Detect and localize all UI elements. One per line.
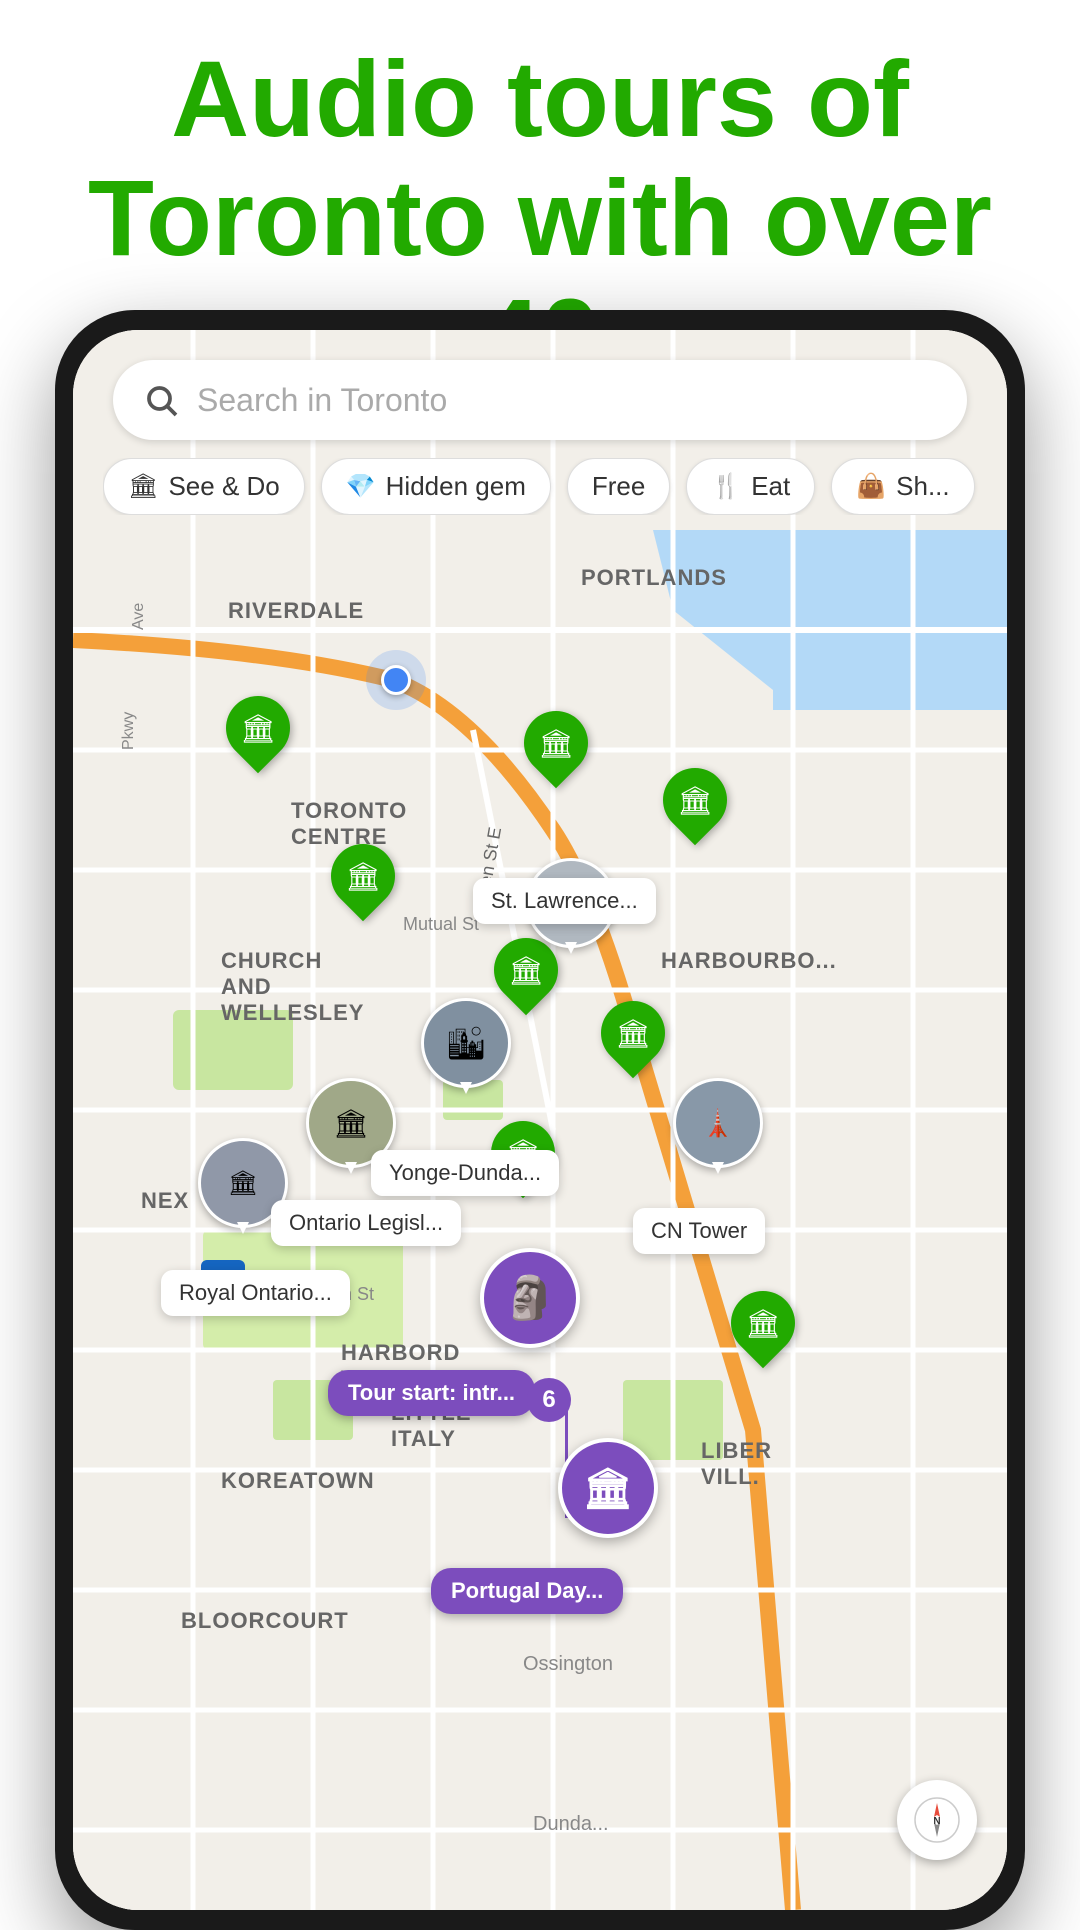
hidden-gem-icon: 💎	[346, 472, 376, 501]
map-label-riverdale: RIVERDALE	[228, 598, 364, 624]
tour-badge-6: 6	[527, 1378, 571, 1422]
location-dot	[366, 650, 426, 710]
svg-text:N: N	[933, 1816, 940, 1827]
map-label-koreatown: KOREATOWN	[221, 1468, 375, 1494]
filter-eat-label: Eat	[751, 471, 790, 502]
photo-pin-cn-tower[interactable]: 🗼	[673, 1078, 763, 1168]
tooltip-cn-tower[interactable]: CN Tower	[633, 1208, 765, 1254]
tooltip-st-lawrence[interactable]: St. Lawrence...	[473, 878, 656, 924]
svg-text:Ossington: Ossington	[523, 1653, 613, 1675]
search-bar[interactable]: Search in Toronto	[113, 360, 967, 440]
map-label-toronto-centre: TORONTOCENTRE	[291, 798, 407, 850]
map-pin-1[interactable]: 🏛	[226, 696, 290, 760]
svg-text:Dunda...: Dunda...	[533, 1813, 609, 1835]
tooltip-royal-ontario[interactable]: Royal Ontario...	[161, 1270, 350, 1316]
svg-text:Ave: Ave	[130, 603, 147, 630]
map-pin-2[interactable]: 🏛	[331, 844, 395, 908]
filter-hidden-gem-label: Hidden gem	[386, 471, 526, 502]
filter-row: 🏛 See & Do 💎 Hidden gem Free 🍴 Eat 👜 Sh.…	[103, 458, 1007, 515]
filter-shop-label: Sh...	[896, 471, 949, 502]
svg-text:Pkwy: Pkwy	[120, 712, 137, 750]
map-label-harbourbo: HARBOURBO...	[661, 948, 837, 974]
search-icon	[143, 382, 179, 418]
filter-see-do[interactable]: 🏛 See & Do	[103, 458, 305, 515]
phone-frame: Queen St E Mutual St Huron St Ossington …	[55, 310, 1025, 1930]
filter-free[interactable]: Free	[567, 458, 670, 515]
phone-screen: Queen St E Mutual St Huron St Ossington …	[73, 330, 1007, 1910]
see-do-icon: 🏛	[128, 472, 158, 501]
filter-hidden-gem[interactable]: 💎 Hidden gem	[321, 458, 551, 515]
tour-label-start[interactable]: Tour start: intr...	[328, 1370, 535, 1416]
tooltip-ontario-leg[interactable]: Ontario Legisl...	[271, 1200, 461, 1246]
eat-icon: 🍴	[711, 472, 741, 501]
svg-text:Mutual St: Mutual St	[403, 914, 479, 934]
shop-icon: 👜	[856, 472, 886, 501]
search-placeholder: Search in Toronto	[197, 382, 447, 419]
map-label-church: CHURCHANDWELLESLEY	[221, 948, 364, 1026]
map-area[interactable]: Queen St E Mutual St Huron St Ossington …	[73, 330, 1007, 1910]
tour-marker-1[interactable]: 🗿	[480, 1248, 580, 1348]
filter-free-label: Free	[592, 471, 645, 502]
filter-eat[interactable]: 🍴 Eat	[686, 458, 815, 515]
map-pin-8[interactable]: 🏛	[731, 1291, 795, 1355]
map-label-portlands: PORTLANDS	[581, 565, 727, 591]
filter-see-do-label: See & Do	[168, 471, 279, 502]
tooltip-yonge[interactable]: Yonge-Dunda...	[371, 1150, 559, 1196]
map-label-liber: LIBERVILL.	[701, 1438, 772, 1490]
filter-shop[interactable]: 👜 Sh...	[831, 458, 974, 515]
map-pin-4[interactable]: 🏛	[663, 768, 727, 832]
map-label-bloorcourt: BLOORCOURT	[181, 1608, 349, 1634]
tour-label-portugal[interactable]: Portugal Day...	[431, 1568, 623, 1614]
compass-button[interactable]: N	[897, 1780, 977, 1860]
map-pin-6[interactable]: 🏛	[601, 1001, 665, 1065]
map-label-nex: NEX	[141, 1188, 189, 1214]
tour-marker-2[interactable]: 🏛	[558, 1438, 658, 1538]
map-pin-3[interactable]: 🏛	[524, 711, 588, 775]
photo-pin-yonge[interactable]: 🏙	[421, 998, 511, 1088]
